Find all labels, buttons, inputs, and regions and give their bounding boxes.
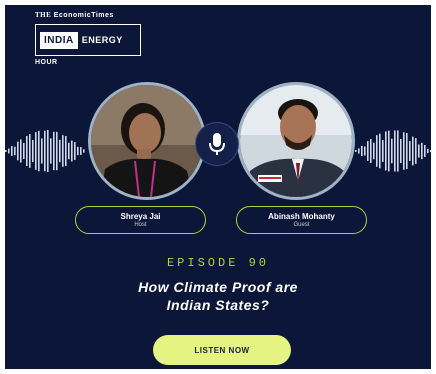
listen-now-button[interactable]: LISTEN NOW xyxy=(153,335,291,365)
wave-bar xyxy=(41,138,43,164)
microphone-icon xyxy=(209,133,225,155)
wave-bar xyxy=(38,130,40,172)
wave-bar xyxy=(391,138,393,164)
wave-bar xyxy=(403,132,405,170)
wave-bar xyxy=(364,146,366,156)
podcast-banner: THE EconomicTimes INDIA ENERGY HOUR Shre… xyxy=(5,5,431,369)
wave-bar xyxy=(5,150,7,152)
wave-bar xyxy=(355,150,357,152)
wave-bar xyxy=(50,138,52,164)
episode-title-line-2: Indian States? xyxy=(166,297,270,313)
wave-bar xyxy=(397,130,399,172)
brand-hour: HOUR xyxy=(35,59,58,66)
episode-title: How Climate Proof are Indian States? xyxy=(75,278,361,314)
wave-bar xyxy=(412,136,414,166)
wave-bar xyxy=(415,138,417,164)
host-photo xyxy=(91,85,203,197)
wave-bar xyxy=(68,142,70,160)
host-portrait xyxy=(88,82,206,200)
brand-logo: THE EconomicTimes INDIA ENERGY HOUR xyxy=(35,11,141,66)
wave-bar xyxy=(400,139,402,163)
wave-bar xyxy=(32,140,34,162)
guest-role: Guest xyxy=(293,222,310,228)
wave-bar xyxy=(427,148,429,154)
episode-title-line-1: How Climate Proof are xyxy=(138,279,298,295)
wave-bar xyxy=(77,146,79,156)
microphone-button xyxy=(195,122,239,166)
wave-bar xyxy=(409,141,411,161)
wave-bar xyxy=(406,133,408,169)
guest-name: Abinash Mohanty xyxy=(268,212,335,221)
wave-bar xyxy=(11,146,13,156)
wave-bar xyxy=(8,148,10,154)
wave-bar xyxy=(421,142,423,160)
wave-bar xyxy=(65,136,67,166)
wave-bar xyxy=(361,145,363,157)
wave-bar xyxy=(35,132,37,170)
wave-bar xyxy=(424,144,426,158)
guest-photo xyxy=(240,85,352,197)
wave-bar xyxy=(71,140,73,162)
brand-publication-name: EconomicTimes xyxy=(53,12,114,19)
wave-bar xyxy=(388,130,390,172)
wave-bar xyxy=(382,140,384,162)
wave-bar xyxy=(394,130,396,172)
wave-bar xyxy=(376,135,378,167)
wave-bar xyxy=(385,131,387,171)
wave-bar xyxy=(418,144,420,158)
wave-bar xyxy=(74,142,76,160)
brand-box: INDIA ENERGY xyxy=(35,24,141,56)
wave-bar xyxy=(83,149,85,153)
wave-bar xyxy=(358,148,360,154)
host-name: Shreya Jai xyxy=(120,212,161,221)
wave-bar xyxy=(23,142,25,160)
wave-bar xyxy=(20,139,22,163)
wave-bar xyxy=(367,141,369,161)
wave-bar xyxy=(373,142,375,160)
brand-publication: THE EconomicTimes xyxy=(35,11,141,20)
wave-bar xyxy=(379,133,381,169)
host-role: Host xyxy=(134,222,147,228)
wave-bar xyxy=(80,147,82,155)
brand-energy: ENERGY xyxy=(81,35,123,45)
wave-bar xyxy=(62,135,64,167)
wave-bar xyxy=(26,135,28,167)
wave-bar xyxy=(53,131,55,171)
wave-bar xyxy=(29,134,31,168)
brand-prefix: THE xyxy=(35,11,52,19)
episode-number: EPISODE 90 xyxy=(166,256,269,270)
wave-bar xyxy=(17,141,19,161)
host-name-tag: Shreya Jai Host xyxy=(75,206,206,234)
wave-bar xyxy=(370,139,372,163)
guest-name-tag: Abinash Mohanty Guest xyxy=(236,206,367,234)
wave-bar xyxy=(14,146,16,156)
wave-bar xyxy=(44,130,46,172)
brand-india: INDIA xyxy=(40,31,78,49)
guest-portrait xyxy=(237,82,355,200)
wave-bar xyxy=(56,131,58,171)
wave-bar xyxy=(47,130,49,172)
wave-bar xyxy=(430,150,431,152)
wave-bar xyxy=(59,139,61,163)
